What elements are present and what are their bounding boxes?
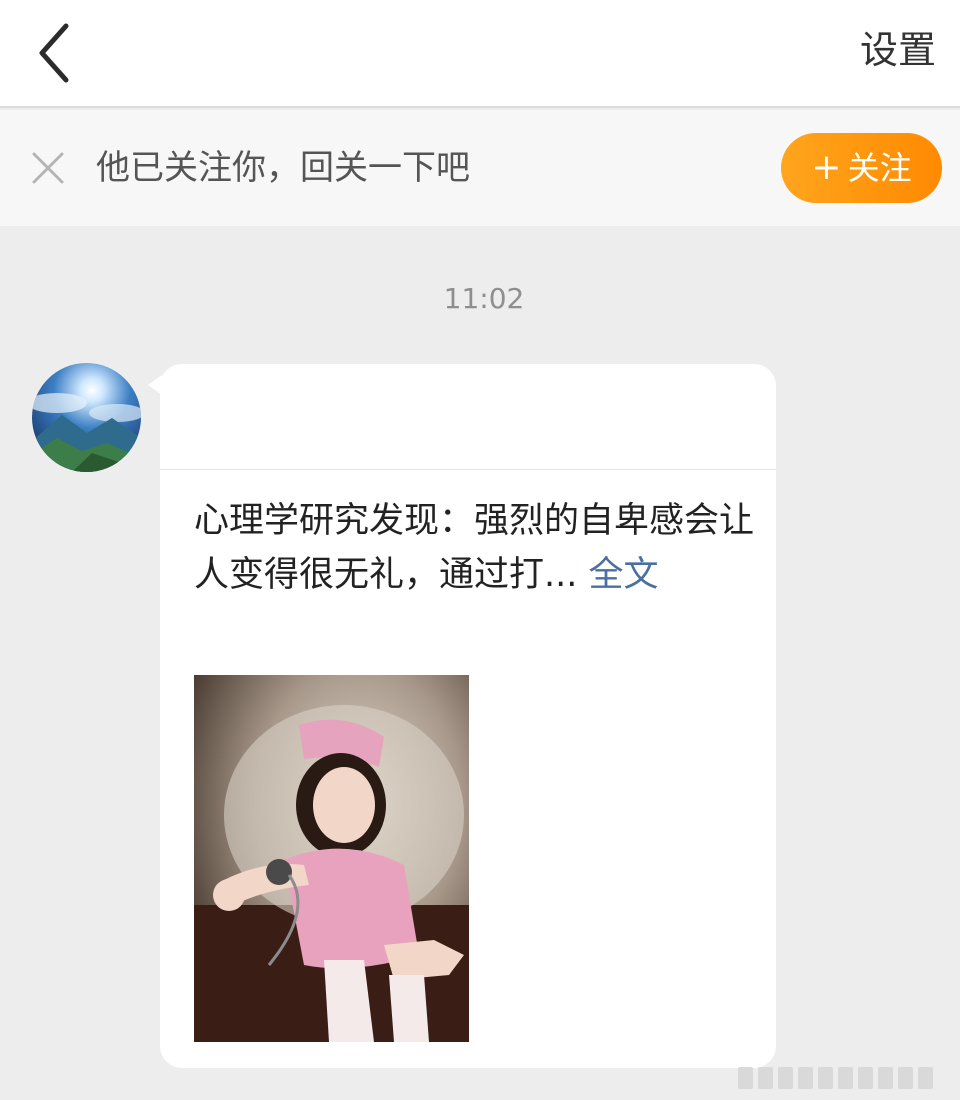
message-body: 心理学研究发现：强烈的自卑感会让人变得很无礼，通过打... [194, 501, 755, 595]
plus-icon: + [811, 147, 842, 188]
sender-avatar[interactable] [32, 363, 141, 472]
back-button[interactable] [30, 18, 86, 88]
message-bubble[interactable]: 心理学研究发现：强烈的自卑感会让人变得很无礼，通过打... 全文 [160, 364, 776, 1068]
bubble-divider [160, 469, 776, 470]
close-banner-button[interactable] [28, 148, 68, 188]
close-icon [32, 152, 64, 184]
settings-button[interactable]: 设置 [860, 22, 936, 78]
read-more-link[interactable]: 全文 [589, 555, 659, 595]
top-bar: 设置 [0, 0, 960, 108]
avatar-landscape-icon [32, 363, 141, 472]
follow-back-prompt: 他已关注你，回关一下吧 [96, 148, 470, 188]
message-timestamp: 11:02 [443, 282, 525, 315]
post-image[interactable] [194, 675, 469, 1042]
post-photo [194, 675, 469, 1042]
chevron-left-icon [39, 23, 69, 83]
message-text: 心理学研究发现：强烈的自卑感会让人变得很无礼，通过打... 全文 [194, 494, 754, 602]
follow-button[interactable]: + 关注 [781, 133, 942, 203]
watermark [738, 1064, 956, 1092]
follow-button-label: 关注 [847, 149, 912, 187]
